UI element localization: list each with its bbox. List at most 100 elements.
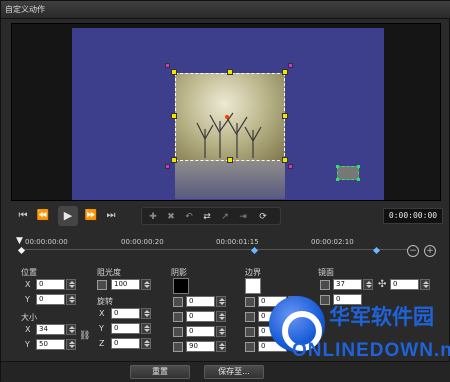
- opacity-rotation-group: 阻光度 100 旋转 X 0 Y 0 Z 0: [95, 267, 167, 361]
- rotate-handle-icon[interactable]: [165, 164, 170, 169]
- preview-stage[interactable]: [72, 28, 384, 200]
- shadow-group: 阴影 0 0 0 90: [171, 267, 239, 361]
- position-x-spinner[interactable]: [66, 279, 76, 290]
- timeline-track[interactable]: [18, 249, 408, 250]
- axis-x: X: [25, 325, 31, 334]
- opacity-label: 阻光度: [97, 268, 121, 277]
- shadow-field[interactable]: 90: [186, 341, 215, 352]
- custom-motion-window: 自定义动作 ⏮ ⏪ ▶ ⏩ ⏭ ✚ ✖ ↶ ⇄ ↗ ⇥ ⟳ 0:00:00:00…: [0, 0, 450, 382]
- axis-x: X: [25, 280, 31, 289]
- resize-handle[interactable]: [282, 69, 288, 75]
- link-icon[interactable]: ⛓: [79, 331, 90, 341]
- opacity-spinner[interactable]: [141, 279, 151, 290]
- zoom-out-icon[interactable]: −: [407, 245, 419, 257]
- tick-label: 00:00:02:10: [311, 238, 354, 246]
- window-title: 自定义动作: [5, 5, 45, 14]
- play-button[interactable]: ▶: [58, 206, 78, 226]
- watermark: 华军软件园 ONLINEDOWN.net: [269, 287, 450, 382]
- rotation-z-field[interactable]: 0: [111, 338, 140, 349]
- border-label: 边界: [245, 268, 261, 277]
- reset-button[interactable]: 重置: [130, 365, 190, 379]
- shadow-blur-icon: [173, 312, 183, 322]
- rotation-y-field[interactable]: 0: [111, 323, 140, 334]
- timecode-display[interactable]: 0:00:00:00: [383, 208, 443, 224]
- border-width-icon: [245, 297, 255, 307]
- axis-y: Y: [25, 340, 30, 349]
- prev-frame-icon[interactable]: ⏪: [35, 208, 51, 224]
- preview-area: [11, 23, 441, 201]
- position-y-spinner[interactable]: [66, 294, 76, 305]
- axis-z: Z: [99, 339, 105, 348]
- resize-handle[interactable]: [171, 157, 177, 163]
- shadow-color-swatch[interactable]: [173, 278, 189, 294]
- size-y-field[interactable]: 50: [36, 339, 65, 350]
- rotate-handle-icon[interactable]: [165, 63, 170, 68]
- rotation-z-spinner[interactable]: [141, 338, 151, 349]
- resize-handle[interactable]: [282, 157, 288, 163]
- border-blur-icon: [245, 327, 255, 337]
- resize-handle[interactable]: [171, 69, 177, 75]
- mirror-reflection: [175, 161, 285, 199]
- axis-y: Y: [25, 295, 30, 304]
- shadow-distance-icon: [173, 342, 183, 352]
- transport-toolbar: ⏮ ⏪ ▶ ⏩ ⏭ ✚ ✖ ↶ ⇄ ↗ ⇥ ⟳ 0:00:00:00: [11, 204, 443, 228]
- rotation-y-spinner[interactable]: [141, 323, 151, 334]
- resize-handle[interactable]: [227, 157, 233, 163]
- shadow-spinner[interactable]: [216, 296, 226, 307]
- opacity-icon: [97, 280, 107, 290]
- remove-keyframe-icon[interactable]: ✖: [164, 210, 178, 224]
- shadow-opacity-icon: [173, 297, 183, 307]
- shadow-angle-icon: [173, 327, 183, 337]
- position-x-field[interactable]: 0: [36, 279, 65, 290]
- add-keyframe-icon[interactable]: ✚: [146, 210, 160, 224]
- mirror-label: 镜面: [318, 268, 334, 277]
- playhead-marker[interactable]: ▼: [16, 236, 23, 246]
- shadow-field[interactable]: 0: [186, 311, 215, 322]
- shadow-spinner[interactable]: [216, 341, 226, 352]
- tick-label: 00:00:01:15: [216, 238, 259, 246]
- rotation-x-field[interactable]: 0: [111, 308, 140, 319]
- rotate-key-icon[interactable]: ⟳: [256, 210, 270, 224]
- curve-icon[interactable]: ↗: [218, 210, 232, 224]
- size-y-spinner[interactable]: [66, 339, 76, 350]
- axis-y: Y: [99, 324, 104, 333]
- resize-handle[interactable]: [282, 113, 288, 119]
- center-point[interactable]: [225, 115, 229, 119]
- rotate-handle-icon[interactable]: [288, 164, 293, 169]
- shadow-field[interactable]: 0: [186, 296, 215, 307]
- resize-handle[interactable]: [227, 69, 233, 75]
- jump-end-icon[interactable]: ⏭: [103, 208, 119, 224]
- rotation-x-spinner[interactable]: [141, 308, 151, 319]
- axis-x: X: [99, 309, 105, 318]
- border-color-swatch[interactable]: [245, 278, 261, 294]
- pip-thumbnail[interactable]: [336, 165, 360, 181]
- size-x-spinner[interactable]: [66, 324, 76, 335]
- position-group: 位置 X 0 Y 0 大小 X 34 Y 50 ⛓: [13, 267, 93, 361]
- zoom-in-icon[interactable]: +: [424, 245, 436, 257]
- next-key-icon[interactable]: ⇥: [236, 210, 250, 224]
- save-to-button[interactable]: 保存至...: [204, 365, 264, 379]
- rotate-handle-icon[interactable]: [288, 63, 293, 68]
- swap-icon[interactable]: ⇄: [200, 210, 214, 224]
- next-frame-icon[interactable]: ⏩: [83, 208, 99, 224]
- keyframe-tools: ✚ ✖ ↶ ⇄ ↗ ⇥ ⟳: [141, 207, 281, 225]
- reverse-icon[interactable]: ↶: [182, 210, 196, 224]
- timeline-ruler[interactable]: ▼ 00:00:00:00 00:00:00:20 00:00:01:15 00…: [13, 231, 408, 255]
- position-y-field[interactable]: 0: [36, 294, 65, 305]
- jump-start-icon[interactable]: ⏮: [15, 208, 31, 224]
- size-label: 大小: [21, 313, 37, 322]
- selection-box[interactable]: [175, 73, 285, 161]
- tick-label: 00:00:00:00: [25, 238, 68, 246]
- position-label: 位置: [21, 268, 37, 277]
- resize-handle[interactable]: [171, 113, 177, 119]
- size-x-field[interactable]: 34: [36, 324, 65, 335]
- shadow-field[interactable]: 0: [186, 326, 215, 337]
- border-opacity-icon: [245, 312, 255, 322]
- watermark-line2: ONLINEDOWN.net: [292, 340, 450, 361]
- opacity-field[interactable]: 100: [111, 279, 140, 290]
- shadow-spinner[interactable]: [216, 311, 226, 322]
- watermark-line1: 华军软件园: [329, 306, 434, 329]
- shadow-spinner[interactable]: [216, 326, 226, 337]
- border-corner-icon: [245, 342, 255, 352]
- title-bar: 自定义动作: [1, 1, 450, 19]
